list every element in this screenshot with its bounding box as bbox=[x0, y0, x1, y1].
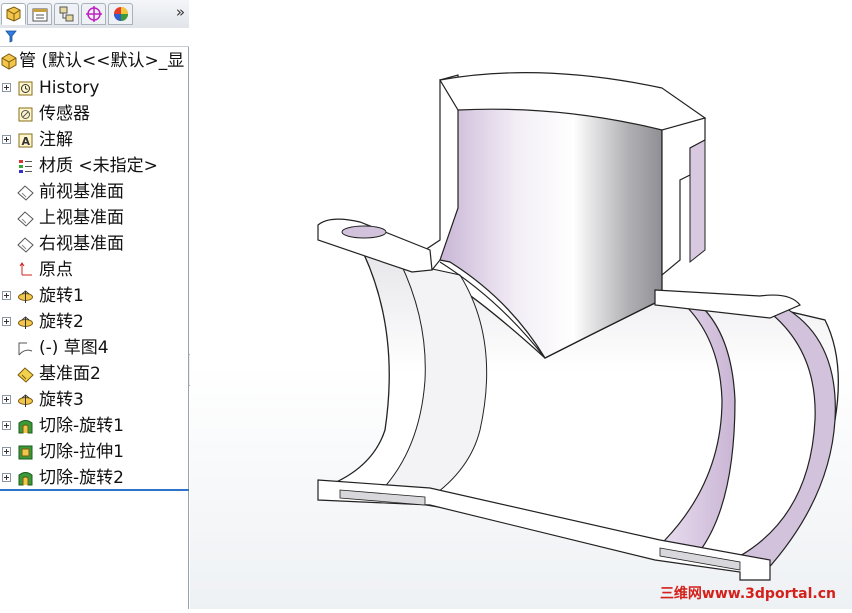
property-manager-icon bbox=[32, 8, 48, 22]
more-tabs-button[interactable]: » bbox=[176, 3, 185, 21]
tree-item-right-plane[interactable]: 右视基准面 bbox=[0, 231, 189, 257]
tree-item-label: 切除-旋转1 bbox=[39, 416, 124, 436]
expand-toggle[interactable] bbox=[2, 473, 11, 482]
cut-extrude-icon bbox=[18, 445, 33, 460]
tree-item-label: 旋转2 bbox=[39, 312, 84, 332]
revolve-icon bbox=[18, 394, 33, 407]
filter-icon[interactable] bbox=[5, 30, 17, 43]
feature-manager-panel: » 管 (默认<<默认>_显 History 传感器 A 注解 材质 <未指定>… bbox=[0, 0, 189, 609]
tree-item-revolve-1[interactable]: 旋转1 bbox=[0, 283, 189, 309]
tree-item-label: 基准面2 bbox=[39, 364, 101, 384]
expand-toggle[interactable] bbox=[2, 83, 11, 92]
tree-item-label: 切除-旋转2 bbox=[39, 468, 124, 488]
expand-toggle[interactable] bbox=[2, 447, 11, 456]
tree-item-label: 注解 bbox=[39, 130, 73, 150]
tree-item-label: 右视基准面 bbox=[39, 234, 124, 254]
tree-item-label: 原点 bbox=[39, 260, 73, 280]
tree-item-history[interactable]: History bbox=[0, 75, 189, 101]
tree-item-origin[interactable]: 原点 bbox=[0, 257, 189, 283]
tree-root-label: 管 (默认<<默认>_显 bbox=[19, 51, 185, 71]
tree-item-plane-2[interactable]: 基准面2 bbox=[0, 361, 189, 387]
tree-item-revolve-2[interactable]: 旋转2 bbox=[0, 309, 189, 335]
tree-item-label: 切除-拉伸1 bbox=[39, 442, 124, 462]
expand-toggle[interactable] bbox=[2, 395, 11, 404]
expand-toggle[interactable] bbox=[2, 317, 11, 326]
tree-item-sketch-4[interactable]: (-) 草图4 bbox=[0, 335, 189, 361]
tree-item-label: 上视基准面 bbox=[39, 208, 124, 228]
tree-item-annotations[interactable]: A 注解 bbox=[0, 127, 189, 153]
tree-item-cut-extrude-1[interactable]: 切除-拉伸1 bbox=[0, 439, 189, 465]
tree-item-label: 旋转1 bbox=[39, 286, 84, 306]
cut-revolve-icon bbox=[18, 420, 33, 434]
configuration-manager-icon bbox=[59, 6, 74, 22]
tree-item-label: History bbox=[39, 78, 100, 98]
plane-icon bbox=[17, 185, 34, 201]
tree-item-sensors[interactable]: 传感器 bbox=[0, 101, 189, 127]
filter-bar[interactable] bbox=[0, 28, 189, 47]
tree-item-label: 旋转3 bbox=[39, 390, 84, 410]
tab-feature-manager[interactable] bbox=[1, 3, 26, 25]
tree-item-label: 传感器 bbox=[39, 104, 90, 124]
sensor-icon bbox=[18, 107, 33, 122]
tab-property-manager[interactable] bbox=[27, 3, 52, 25]
cut-revolve-icon bbox=[18, 472, 33, 486]
origin-icon bbox=[19, 262, 32, 276]
plane-icon bbox=[17, 211, 34, 227]
expand-toggle[interactable] bbox=[2, 291, 11, 300]
tree-item-material[interactable]: 材质 <未指定> bbox=[0, 153, 189, 179]
history-icon bbox=[18, 81, 33, 96]
part-icon bbox=[1, 53, 17, 70]
dimxpert-manager-icon bbox=[86, 6, 102, 22]
svg-text:A: A bbox=[22, 135, 31, 148]
tree-item-top-plane[interactable]: 上视基准面 bbox=[0, 205, 189, 231]
tree-item-revolve-3[interactable]: 旋转3 bbox=[0, 387, 189, 413]
feature-manager-icon bbox=[6, 6, 21, 22]
rollback-bar[interactable] bbox=[0, 489, 189, 491]
display-manager-icon bbox=[114, 7, 128, 21]
sketch-icon bbox=[18, 342, 33, 356]
material-icon bbox=[19, 160, 32, 173]
revolve-icon bbox=[18, 316, 33, 329]
expand-toggle[interactable] bbox=[2, 135, 11, 144]
plane-icon bbox=[17, 237, 34, 253]
tab-configuration-manager[interactable] bbox=[54, 3, 79, 25]
panel-tab-bar: » bbox=[0, 0, 189, 29]
tree-root-part[interactable]: 管 (默认<<默认>_显 bbox=[0, 48, 189, 74]
tree-item-cut-revolve-1[interactable]: 切除-旋转1 bbox=[0, 413, 189, 439]
revolve-icon bbox=[18, 290, 33, 303]
tab-dimxpert-manager[interactable] bbox=[81, 3, 106, 25]
tree-item-label: 材质 <未指定> bbox=[39, 156, 158, 176]
tree-item-label: 前视基准面 bbox=[39, 182, 124, 202]
tree-item-cut-revolve-2[interactable]: 切除-旋转2 bbox=[0, 465, 189, 491]
tab-display-manager[interactable] bbox=[108, 3, 133, 25]
pipe-tee-section-model[interactable] bbox=[190, 0, 852, 609]
expand-toggle[interactable] bbox=[2, 421, 11, 430]
annotation-icon: A bbox=[18, 133, 33, 148]
tree-item-label: (-) 草图4 bbox=[39, 338, 109, 358]
watermark-text: 三维网www.3dportal.cn bbox=[659, 586, 836, 602]
tree-item-front-plane[interactable]: 前视基准面 bbox=[0, 179, 189, 205]
plane-yellow-icon bbox=[17, 367, 34, 383]
graphics-viewport[interactable]: 三维网www.3dportal.cn bbox=[190, 0, 852, 609]
